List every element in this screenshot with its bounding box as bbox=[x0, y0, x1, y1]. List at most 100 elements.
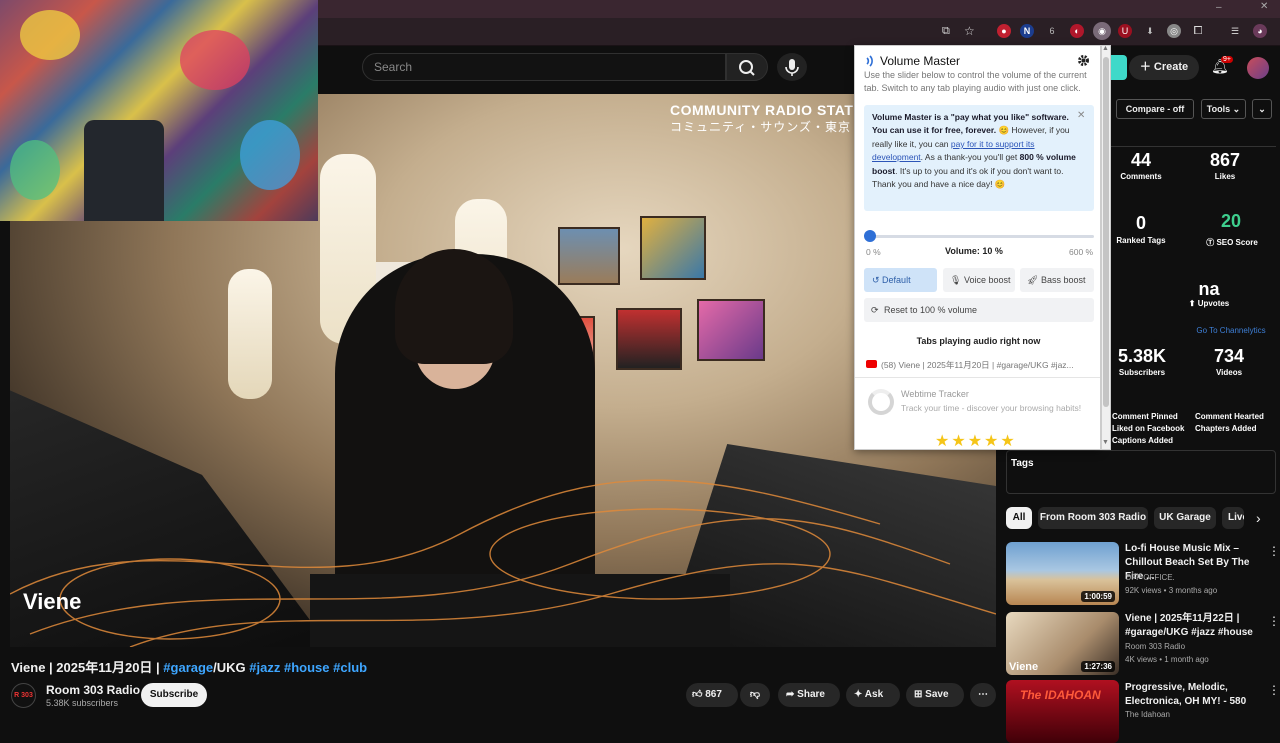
webcam-overlay bbox=[0, 0, 318, 221]
like-button[interactable]: 👍︎ 867 bbox=[686, 683, 738, 707]
tracker-ad-description[interactable]: Track your time - discover your browsing… bbox=[901, 403, 1081, 413]
recommendation-channel[interactable]: Room 303 Radio bbox=[1125, 642, 1185, 651]
channel-name[interactable]: Room 303 Radio bbox=[46, 683, 140, 697]
compare-toggle-button[interactable]: Compare - off bbox=[1116, 99, 1194, 119]
thumbs-down-icon: 👎︎ bbox=[749, 689, 761, 700]
chip-all[interactable]: All bbox=[1006, 507, 1032, 529]
extension-icon-3[interactable]: 6 bbox=[1045, 24, 1059, 38]
hashtag-link[interactable]: #jazz bbox=[249, 660, 280, 675]
chip-live[interactable]: Live bbox=[1222, 507, 1244, 529]
recommendation-channel[interactable]: The Idahoan bbox=[1125, 710, 1170, 719]
close-icon[interactable]: ✕ bbox=[1077, 110, 1085, 121]
audio-tab-entry[interactable]: (58) Viene | 2025年11月20日 | #garage/UKG #… bbox=[866, 359, 1094, 371]
user-avatar[interactable] bbox=[1247, 57, 1269, 79]
channel-avatar[interactable]: R 303 bbox=[11, 683, 36, 708]
recommendation-thumbnail[interactable]: 1:00:59 bbox=[1006, 542, 1119, 605]
recommendation-thumbnail[interactable]: Viene 1:27:36 bbox=[1006, 612, 1119, 675]
more-vertical-icon[interactable]: ⋮ bbox=[1268, 683, 1280, 697]
popup-description: Use the slider below to control the volu… bbox=[864, 70, 1087, 93]
search-input[interactable]: Search bbox=[362, 53, 726, 81]
extension-side-tab[interactable] bbox=[1111, 55, 1127, 80]
recommendation-title[interactable]: Viene | 2025年11月22日 | #garage/UKG #jazz … bbox=[1125, 612, 1265, 640]
flag-comment-hearted: Comment Hearted bbox=[1195, 412, 1264, 421]
extension-icon-2[interactable]: N bbox=[1020, 24, 1034, 38]
comments-label: Comments bbox=[1120, 172, 1162, 181]
reset-volume-button[interactable]: ⟳ Reset to 100 % volume bbox=[864, 298, 1094, 322]
gear-icon[interactable] bbox=[1077, 54, 1090, 67]
extension-icon-6[interactable]: U bbox=[1118, 24, 1132, 38]
recommendation-channel[interactable]: OFF OFFICE. bbox=[1125, 573, 1175, 582]
close-window-icon[interactable]: ✕ bbox=[1260, 1, 1268, 12]
hashtag-link[interactable]: #house bbox=[284, 660, 330, 675]
extension-icon-8[interactable]: ◎ bbox=[1167, 24, 1181, 38]
dislike-button[interactable]: 👎︎ bbox=[740, 683, 770, 707]
recommendation-thumbnail[interactable]: The IDAHOAN bbox=[1006, 680, 1119, 743]
voice-search-button[interactable] bbox=[777, 53, 807, 81]
tracker-ad-title[interactable]: Webtime Tracker bbox=[901, 389, 969, 399]
extension-icon-4[interactable]: ◐ bbox=[1070, 24, 1084, 38]
more-horizontal-icon: ⋯ bbox=[978, 689, 988, 700]
extension-icon-1[interactable]: ● bbox=[997, 24, 1011, 38]
panel-collapse-button[interactable]: ⌄ bbox=[1252, 99, 1272, 119]
channelytics-link[interactable]: Go To Channelytics bbox=[1190, 326, 1272, 335]
profile-icon[interactable]: ◕ bbox=[1253, 24, 1267, 38]
default-label: Default bbox=[882, 275, 911, 285]
thumbnail-text: Viene bbox=[1009, 661, 1039, 673]
default-preset-button[interactable]: ↺ Default bbox=[864, 268, 937, 292]
ask-button[interactable]: ✦ Ask bbox=[846, 683, 900, 707]
chip-uk-garage[interactable]: UK Garage bbox=[1154, 507, 1216, 529]
upvotes-text: Upvotes bbox=[1197, 299, 1230, 308]
voice-boost-button[interactable]: 🎙︎ Voice boost bbox=[943, 268, 1015, 292]
scroll-down-icon[interactable]: ▼ bbox=[1102, 439, 1109, 446]
scroll-up-icon[interactable]: ▲ bbox=[1102, 45, 1109, 52]
extensions-puzzle-icon[interactable]: ⧠ bbox=[1191, 24, 1205, 38]
graffiti-shape bbox=[10, 140, 60, 200]
smile-icon: 😊 bbox=[994, 179, 1006, 190]
rating-stars[interactable]: ★★★★★ bbox=[935, 431, 1017, 449]
more-actions-button[interactable]: ⋯ bbox=[970, 683, 996, 707]
popup-scrollbar-thumb[interactable] bbox=[1103, 57, 1109, 407]
tab-title: (58) Viene | 2025年11月20日 | #garage/UKG #… bbox=[881, 360, 1074, 370]
search-button[interactable] bbox=[726, 53, 768, 81]
undo-icon: ↺ bbox=[872, 275, 883, 285]
watermark-title: COMMUNITY RADIO STAT bbox=[670, 102, 854, 118]
chip-from-channel[interactable]: From Room 303 Radio bbox=[1038, 507, 1148, 529]
install-icon[interactable]: ⧉ bbox=[942, 25, 950, 38]
browser-menu-icon[interactable]: ☰ bbox=[1228, 24, 1242, 38]
tags-title: Tags bbox=[1011, 458, 1034, 469]
graffiti-shape bbox=[20, 10, 80, 60]
share-button[interactable]: ➦ Share bbox=[778, 683, 840, 707]
subscribe-button[interactable]: Subscribe bbox=[141, 683, 207, 707]
minimize-icon[interactable]: – bbox=[1216, 2, 1222, 13]
seo-score-text: SEO Score bbox=[1216, 238, 1258, 247]
popup-title: Volume Master bbox=[880, 54, 961, 68]
chevron-down-icon: ⌄ bbox=[1230, 104, 1241, 114]
hashtag-link[interactable]: #club bbox=[333, 660, 367, 675]
hashtag-link[interactable]: #garage bbox=[163, 660, 213, 675]
more-vertical-icon[interactable]: ⋮ bbox=[1268, 614, 1280, 628]
recommendation-title[interactable]: Progressive, Melodic, Electronica, OH MY… bbox=[1125, 681, 1265, 709]
video-overlay-name: Viene bbox=[23, 589, 82, 614]
microphone-icon bbox=[785, 59, 799, 76]
slider-max-label: 600 % bbox=[1069, 247, 1094, 257]
volume-slider-handle[interactable] bbox=[863, 230, 876, 242]
more-vertical-icon[interactable]: ⋮ bbox=[1268, 544, 1280, 558]
bass-boost-button[interactable]: 🚀︎ Bass boost bbox=[1020, 268, 1094, 292]
tools-dropdown[interactable]: Tools ⌄ bbox=[1201, 99, 1246, 119]
comments-count: 44 bbox=[1130, 150, 1152, 170]
seo-logo-icon: Ⓣ bbox=[1206, 238, 1217, 247]
share-label: Share bbox=[797, 689, 825, 700]
bookmark-star-icon[interactable]: ☆ bbox=[964, 24, 975, 38]
extension-icon-7[interactable]: ⬇ bbox=[1143, 24, 1157, 38]
video-duration: 1:27:36 bbox=[1081, 661, 1115, 672]
upvote-icon: ⬆ bbox=[1188, 299, 1198, 308]
tags-box bbox=[1006, 450, 1276, 494]
sound-waves-icon bbox=[866, 55, 873, 67]
chevron-right-icon[interactable]: › bbox=[1256, 510, 1261, 526]
save-button[interactable]: ⊞ Save bbox=[906, 683, 964, 707]
create-button[interactable]: ＋ Create bbox=[1129, 55, 1199, 80]
volume-master-extension-icon[interactable]: ◉ bbox=[1093, 22, 1111, 40]
save-label: Save bbox=[925, 689, 949, 700]
volume-slider-track[interactable] bbox=[866, 235, 1094, 238]
bass-boost-label: Bass boost bbox=[1040, 275, 1086, 285]
